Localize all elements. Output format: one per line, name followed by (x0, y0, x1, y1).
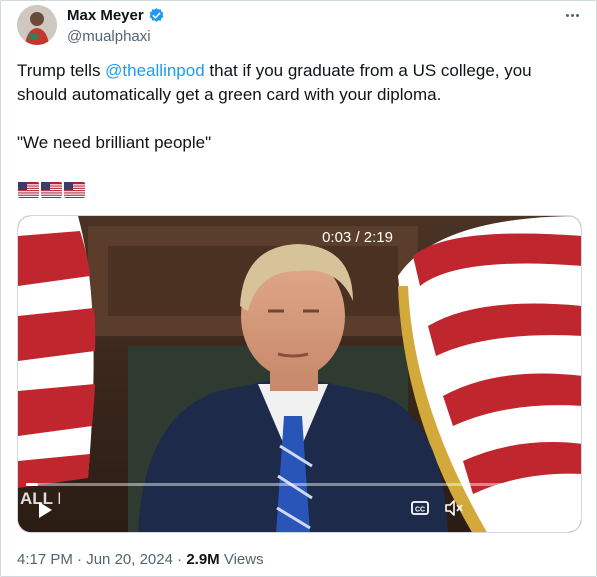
mention-link[interactable]: @theallinpod (105, 61, 205, 80)
picture-in-picture-icon[interactable] (513, 498, 533, 518)
video-time: 0:03 / 2:19 (322, 229, 393, 246)
captions-icon[interactable]: CC (410, 498, 430, 518)
mute-icon[interactable] (444, 498, 464, 518)
tweet-quote: "We need brilliant people" (17, 133, 212, 152)
svg-text:CC: CC (415, 507, 425, 514)
emoji-flags (18, 182, 85, 198)
video-progress-bar[interactable] (26, 483, 573, 486)
play-icon[interactable] (36, 501, 54, 519)
tweet-card: Max Meyer @mualphaxi Trump tells @theall… (0, 0, 597, 577)
author-display-name[interactable]: Max Meyer (67, 7, 144, 24)
more-options-icon[interactable] (562, 7, 582, 23)
meta-dot: · (72, 551, 87, 568)
avatar[interactable] (17, 5, 57, 45)
us-flag-icon (41, 182, 62, 198)
us-flag-icon (18, 182, 39, 198)
author-handle[interactable]: @mualphaxi (67, 28, 151, 45)
tweet-time[interactable]: 4:17 PM (17, 551, 73, 568)
tweet-meta: 4:17 PM · Jun 20, 2024 · 2.9M Views (17, 551, 264, 568)
settings-gear-icon[interactable] (478, 498, 498, 518)
fullscreen-icon[interactable] (548, 498, 568, 518)
tweet-text: Trump tells @theallinpod that if you gra… (17, 59, 577, 179)
tweet-date[interactable]: Jun 20, 2024 (86, 551, 173, 568)
video-progress-fill (26, 483, 39, 486)
verified-badge-icon (148, 7, 165, 24)
video-current-time: 0:03 (322, 229, 352, 246)
time-separator: / (351, 229, 364, 246)
video-duration: 2:19 (363, 229, 393, 246)
tweet-body: Trump tells @theallinpod that if you gra… (17, 59, 577, 107)
us-flag-icon (64, 182, 85, 198)
views-label: Views (219, 551, 264, 568)
meta-dot: · (172, 551, 187, 568)
video-player[interactable]: ALL IN 0:03 / 2:19 CC (17, 215, 582, 533)
tweet-text-part: Trump tells (17, 61, 106, 80)
views-count[interactable]: 2.9M (186, 551, 219, 568)
